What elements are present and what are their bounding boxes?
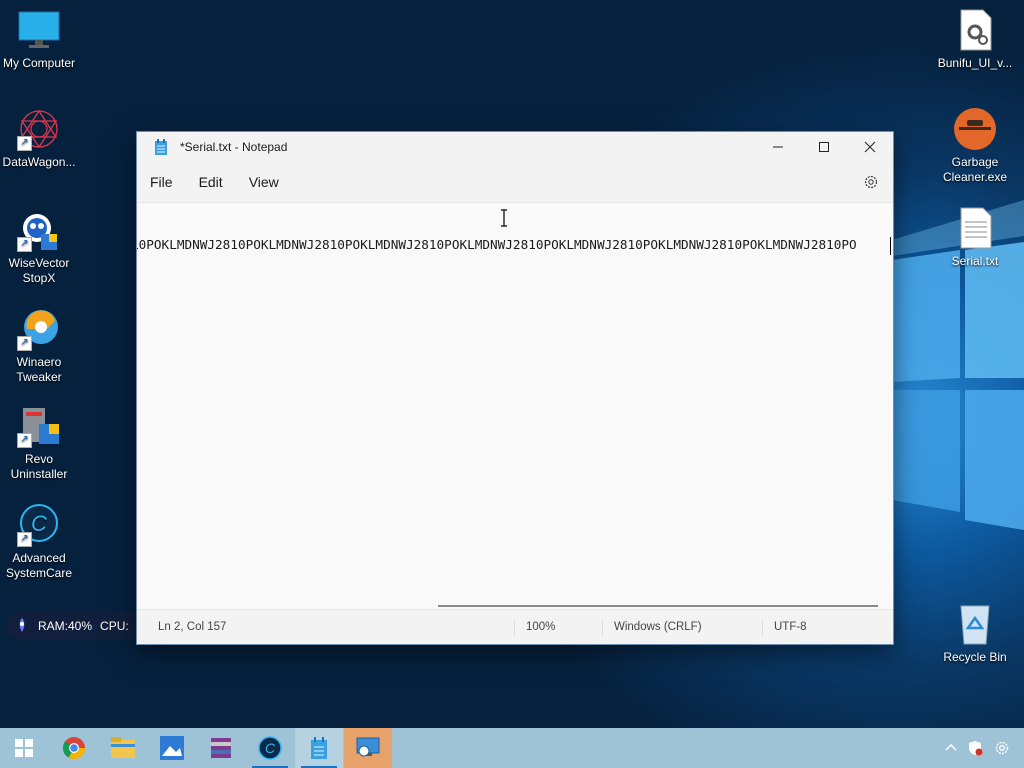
gear-icon[interactable] (863, 174, 879, 190)
notepad-icon (311, 737, 327, 759)
desktop-icon-winaero[interactable]: ↗ Winaero Tweaker (0, 307, 78, 385)
winaero-icon: ↗ (17, 307, 61, 351)
notepad-window[interactable]: *Serial.txt - Notepad File Edit View L0P… (136, 131, 894, 645)
winrar-icon (211, 738, 231, 758)
desktop-icon-garbage-cleaner[interactable]: Garbage Cleaner.exe (936, 107, 1014, 185)
shortcut-arrow-icon: ↗ (17, 532, 32, 547)
wisevector-icon: ↗ (17, 208, 61, 252)
recycle-bin-icon (953, 602, 997, 646)
cpu-usage: CPU: (100, 619, 129, 633)
desktop-icon-recycle-bin[interactable]: Recycle Bin (936, 602, 1014, 665)
desktop-icon-datawagon[interactable]: ↗ DataWagon... (0, 107, 78, 170)
menu-bar: File Edit View (137, 162, 893, 202)
line-ending: Windows (CRLF) (614, 621, 702, 633)
minimize-icon (773, 146, 783, 148)
desktop-icon-label: My Computer (2, 56, 76, 70)
text-caret (890, 237, 891, 255)
desktop: My Computer ↗ DataWagon... ↗ WiseVector … (0, 0, 1024, 728)
desktop-icon-label: Winaero Tweaker (16, 355, 62, 384)
taskbar-remote[interactable] (344, 728, 392, 768)
taskbar-file-explorer[interactable] (99, 728, 147, 768)
ram-cpu-widget[interactable]: RAM:40% CPU: (6, 612, 136, 640)
desktop-icon-advanced-systemcare[interactable]: C ↗ Advanced SystemCare (0, 503, 78, 581)
monitor-icon (17, 8, 61, 52)
shortcut-arrow-icon: ↗ (17, 433, 32, 448)
taskbar-winrar[interactable] (197, 728, 245, 768)
text-editor[interactable]: L0POKLMDNWJ2810POKLMDNWJ2810POKLMDNWJ281… (137, 202, 893, 611)
cursor-position: Ln 2, Col 157 (158, 621, 227, 633)
desktop-icon-revo[interactable]: ↗ Revo Uninstaller (0, 404, 78, 482)
close-button[interactable] (847, 132, 893, 162)
ram-usage: RAM:40% (38, 619, 93, 633)
desktop-icon-label: Serial.txt (951, 254, 999, 268)
maximize-button[interactable] (801, 132, 847, 162)
minimize-button[interactable] (755, 132, 801, 162)
desktop-icon-serial-txt[interactable]: Serial.txt (936, 206, 1014, 269)
notepad-icon (155, 139, 167, 155)
text-line: L0POKLMDNWJ2810POKLMDNWJ2810POKLMDNWJ281… (137, 237, 857, 252)
advanced-systemcare-icon: C (258, 736, 282, 760)
desktop-icon-label: Advanced SystemCare (5, 551, 73, 580)
desktop-icon-label: Garbage Cleaner.exe (942, 155, 1008, 184)
garbage-cleaner-icon (953, 107, 997, 151)
start-button[interactable] (0, 728, 48, 768)
shortcut-arrow-icon: ↗ (17, 336, 32, 351)
advanced-systemcare-icon: C ↗ (17, 503, 61, 547)
desktop-icon-label: Recycle Bin (943, 650, 1007, 664)
menu-edit[interactable]: Edit (186, 162, 236, 202)
taskbar-notepad[interactable] (295, 728, 343, 768)
encoding: UTF-8 (774, 621, 807, 633)
datawagon-icon: ↗ (17, 107, 61, 151)
svg-text:C: C (31, 511, 47, 536)
taskbar: C (0, 728, 1024, 768)
file-explorer-icon (111, 737, 135, 758)
desktop-icon-label: WiseVector StopX (8, 256, 70, 285)
zoom-level: 100% (526, 621, 556, 633)
remote-icon (356, 737, 380, 757)
desktop-icon-my-computer[interactable]: My Computer (0, 8, 78, 71)
menu-file[interactable]: File (137, 162, 186, 202)
status-bar: Ln 2, Col 157 100% Windows (CRLF) UTF-8 (137, 609, 893, 644)
menu-view[interactable]: View (236, 162, 292, 202)
desktop-icon-label: DataWagon... (2, 155, 76, 169)
desktop-icon-label: Bunifu_UI_v... (937, 56, 1013, 70)
settings-file-icon (953, 8, 997, 52)
taskbar-photos[interactable] (148, 728, 196, 768)
text-cursor-icon (501, 209, 507, 227)
desktop-icon-bunifu[interactable]: Bunifu_UI_v... (936, 8, 1014, 71)
revo-icon: ↗ (17, 404, 61, 448)
taskbar-advanced-systemcare[interactable]: C (246, 728, 294, 768)
desktop-icon-wisevector[interactable]: ↗ WiseVector StopX (0, 208, 78, 286)
photos-icon (160, 736, 184, 760)
start-icon (15, 739, 33, 757)
svg-text:C: C (265, 740, 276, 756)
maximize-icon (819, 142, 829, 152)
gear-icon[interactable] (994, 740, 1010, 756)
text-file-icon (953, 206, 997, 250)
shield-alert-icon[interactable] (967, 740, 983, 756)
chevron-up-icon[interactable] (943, 740, 959, 756)
shortcut-arrow-icon: ↗ (17, 136, 32, 151)
close-icon (864, 141, 876, 153)
window-title: *Serial.txt - Notepad (180, 140, 288, 154)
chrome-icon (62, 737, 85, 759)
shortcut-arrow-icon: ↗ (17, 237, 32, 252)
horizontal-scrollbar[interactable] (438, 605, 878, 607)
desktop-icon-label: Revo Uninstaller (10, 452, 68, 481)
rocket-icon (19, 618, 25, 632)
taskbar-chrome[interactable] (50, 728, 98, 768)
title-bar[interactable]: *Serial.txt - Notepad (137, 132, 893, 162)
